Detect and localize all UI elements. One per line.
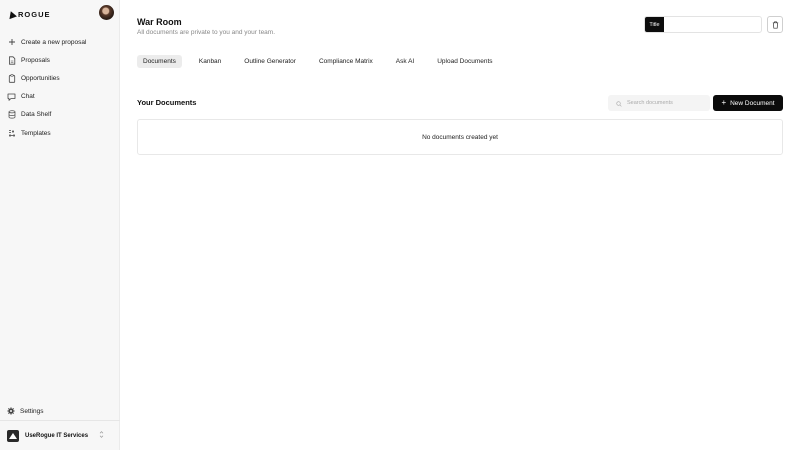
tab-ask-ai[interactable]: Ask AI	[390, 55, 420, 68]
sidebar-item-data-shelf[interactable]: Data Shelf	[0, 106, 120, 124]
logo-mark-icon	[7, 9, 17, 20]
tab-kanban[interactable]: Kanban	[193, 55, 227, 68]
empty-message: No documents created yet	[422, 133, 498, 141]
search-icon	[616, 94, 622, 112]
documents-empty-state: No documents created yet	[137, 119, 783, 155]
chevron-up-down-icon	[99, 430, 104, 440]
sidebar-item-label: Data Shelf	[21, 111, 52, 119]
chat-icon	[7, 92, 16, 101]
main-content: War Room All documents are private to yo…	[120, 0, 800, 450]
tab-compliance-matrix[interactable]: Compliance Matrix	[313, 55, 379, 68]
sidebar-item-templates[interactable]: Templates	[0, 124, 120, 142]
section-title: Your Documents	[137, 98, 197, 107]
delete-button[interactable]	[767, 16, 783, 33]
app-logo[interactable]: ROGUE	[7, 9, 51, 20]
search-box	[608, 95, 710, 111]
sidebar-item-label: Create a new proposal	[21, 38, 87, 46]
tab-outline-generator[interactable]: Outline Generator	[238, 55, 302, 68]
tab-bar: Documents Kanban Outline Generator Compl…	[137, 55, 510, 68]
settings-label: Settings	[20, 407, 44, 415]
database-icon	[7, 110, 16, 119]
org-name: UseRogue IT Services	[25, 432, 89, 439]
org-switcher[interactable]: UseRogue IT Services	[0, 420, 120, 450]
org-logo	[7, 429, 19, 442]
sidebar-item-label: Proposals	[21, 56, 50, 64]
tab-upload-documents[interactable]: Upload Documents	[431, 55, 498, 68]
file-icon	[7, 56, 16, 65]
plus-icon	[7, 38, 16, 47]
clipboard-icon	[7, 74, 16, 83]
page-subtitle: All documents are private to you and you…	[137, 29, 276, 36]
search-input[interactable]	[627, 100, 707, 106]
logo-text: ROGUE	[18, 10, 51, 19]
page-title: War Room	[137, 17, 182, 27]
user-avatar[interactable]	[99, 5, 114, 20]
sidebar-item-chat[interactable]: Chat	[0, 88, 120, 106]
new-document-button[interactable]: + New Document	[713, 95, 783, 111]
gear-icon	[7, 402, 15, 420]
sidebar-item-label: Templates	[21, 129, 51, 137]
sidebar-item-label: Chat	[21, 93, 35, 101]
sidebar-item-label: Opportunities	[21, 74, 60, 82]
settings-link[interactable]: Settings	[7, 402, 44, 420]
sidebar-item-create-proposal[interactable]: Create a new proposal	[0, 33, 120, 51]
sidebar: ROGUE Create a new proposal Proposals Op…	[0, 0, 120, 450]
sidebar-item-proposals[interactable]: Proposals	[0, 51, 120, 69]
title-field: Title	[644, 16, 762, 33]
title-input[interactable]	[664, 17, 761, 32]
trash-icon	[772, 16, 779, 34]
sidebar-nav: Create a new proposal Proposals Opportun…	[0, 33, 120, 142]
sidebar-item-opportunities[interactable]: Opportunities	[0, 69, 120, 87]
title-field-label: Title	[645, 17, 664, 32]
tab-documents[interactable]: Documents	[137, 55, 182, 68]
new-document-label: New Document	[730, 99, 775, 107]
templates-icon	[7, 129, 16, 138]
plus-icon: +	[721, 98, 727, 107]
